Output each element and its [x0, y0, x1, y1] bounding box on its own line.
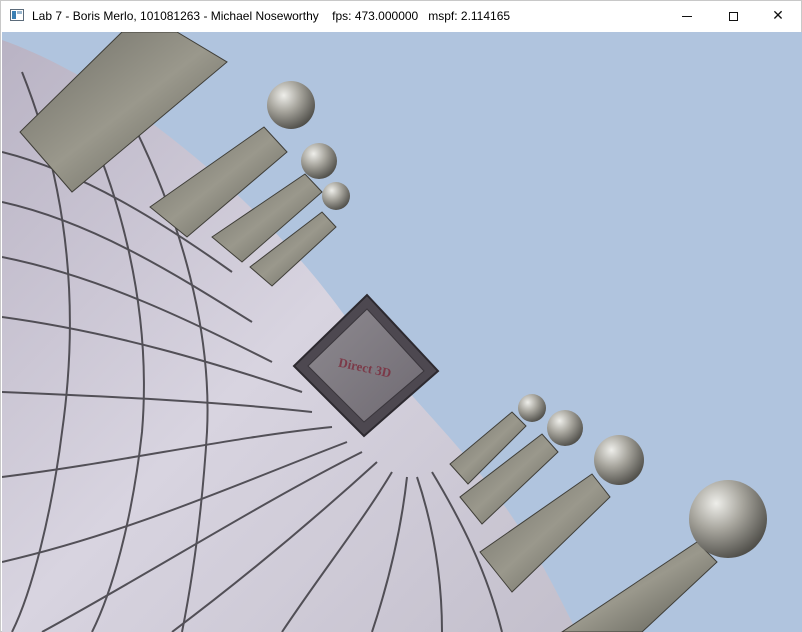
3d-viewport[interactable]: Direct 3D: [2, 32, 802, 632]
maximize-icon: [728, 11, 738, 21]
app-window: Lab 7 - Boris Merlo, 101081263 - Michael…: [0, 0, 802, 632]
stone-ball: [594, 435, 644, 485]
title-bar[interactable]: Lab 7 - Boris Merlo, 101081263 - Michael…: [1, 1, 801, 31]
close-button[interactable]: ✕: [755, 1, 801, 31]
stone-ball: [301, 143, 337, 179]
scene-render: Direct 3D: [2, 32, 802, 632]
stone-ball: [518, 394, 546, 422]
app-window-icon[interactable]: [10, 9, 24, 21]
maximize-button[interactable]: [710, 1, 756, 31]
minimize-icon: [682, 15, 692, 17]
stone-ball: [547, 410, 583, 446]
stone-ball: [689, 480, 767, 558]
stone-ball: [322, 182, 350, 210]
window-title: Lab 7 - Boris Merlo, 101081263 - Michael…: [32, 9, 511, 23]
close-icon: ✕: [772, 8, 784, 24]
minimize-button[interactable]: [664, 1, 710, 31]
stone-ball: [267, 81, 315, 129]
